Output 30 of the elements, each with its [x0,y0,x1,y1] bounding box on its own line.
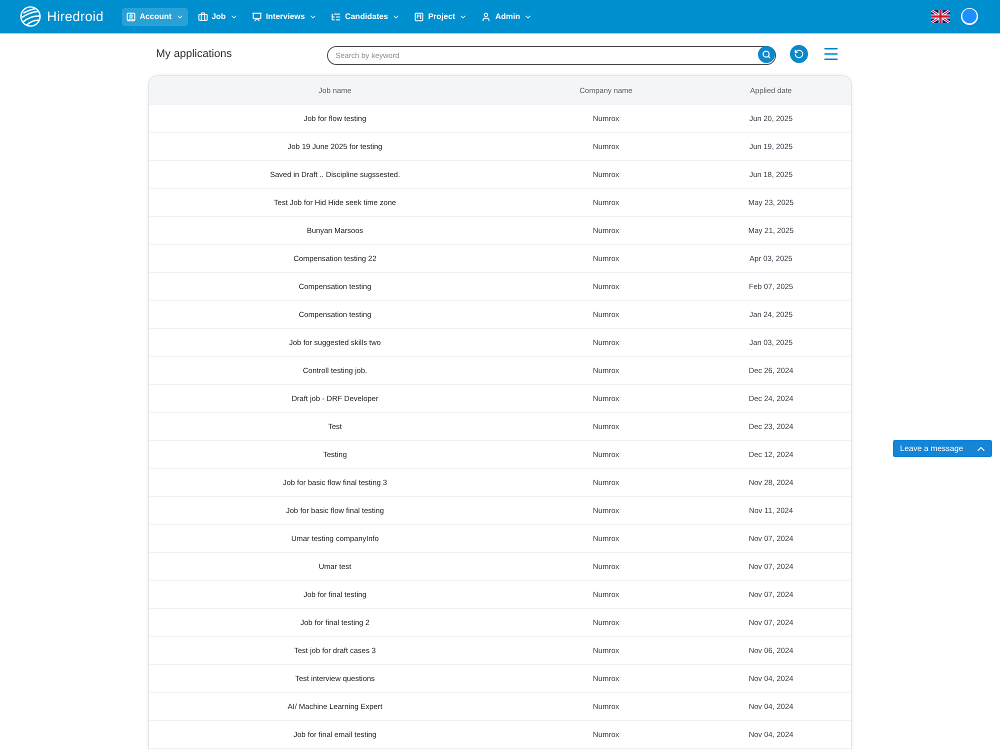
nav-menu-item[interactable]: Account [122,8,188,26]
presentation-board-icon [252,12,262,22]
refresh-button[interactable] [790,45,808,63]
avatar-icon[interactable] [960,7,979,26]
kanban-board-icon [414,12,424,22]
menu-button[interactable] [822,45,840,63]
flag-icon[interactable] [931,10,950,23]
nav-menu-item[interactable]: Interviews [248,8,321,26]
search-icon [762,50,772,58]
leave-message-button[interactable]: Leave a message [893,440,992,457]
chevron-down-icon [392,12,400,20]
list-tree-icon [330,12,341,22]
page-title: My applications [156,48,233,60]
refresh-icon [794,49,804,59]
nav-menu-item[interactable]: Admin [477,8,536,26]
brand-name: Hiredroid [47,9,104,24]
chevron-down-icon [308,12,317,20]
chevron-down-icon [459,12,468,20]
nav-menu-item[interactable]: Project [410,8,472,26]
user-square-icon [126,12,136,22]
chevron-down-icon [524,12,532,20]
nav-menu-item[interactable]: Candidates [326,8,404,26]
logo-icon [20,6,41,27]
menu-icon [822,45,840,63]
search-button[interactable] [758,46,776,62]
chevron-down-icon [176,12,184,20]
user-icon [481,12,492,22]
briefcase-icon [198,12,208,22]
chevron-down-icon [230,12,238,20]
nav-menu-item[interactable]: Job [194,8,242,26]
